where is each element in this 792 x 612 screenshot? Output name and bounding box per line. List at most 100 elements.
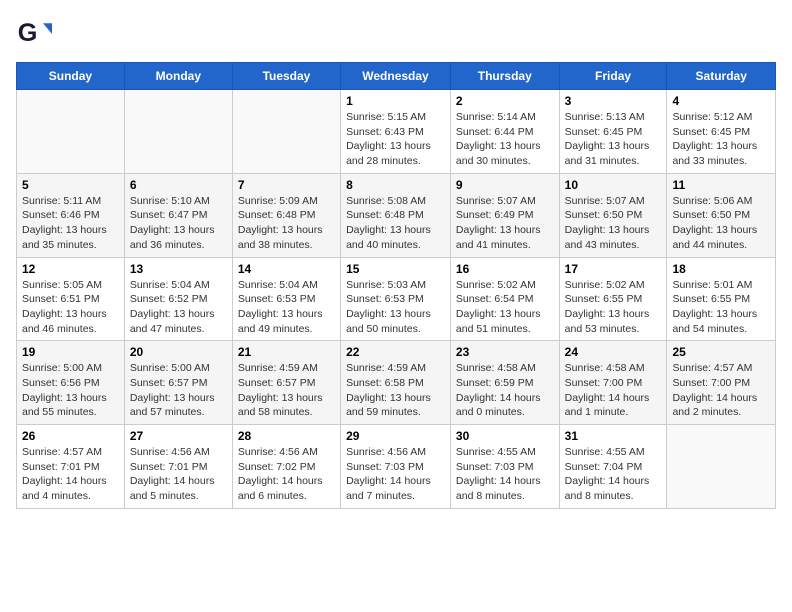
calendar-cell: 17 Sunrise: 5:02 AMSunset: 6:55 PMDayligh… [559, 257, 667, 341]
day-info: Sunrise: 5:07 AMSunset: 6:49 PMDaylight:… [456, 194, 554, 253]
calendar-cell: 7Sunrise: 5:09 AMSunset: 6:48 PMDaylight… [232, 173, 340, 257]
day-number: 17 [565, 262, 662, 276]
calendar-header-row: SundayMondayTuesdayWednesdayThursdayFrid… [17, 63, 776, 90]
calendar-cell: 10 Sunrise: 5:07 AMSunset: 6:50 PMDayligh… [559, 173, 667, 257]
calendar-week-row: 26Sunrise: 4:57 AMSunset: 7:01 PMDayligh… [17, 425, 776, 509]
svg-text:G: G [18, 19, 38, 47]
day-number: 5 [22, 178, 119, 192]
weekday-header-sunday: Sunday [17, 63, 125, 90]
day-number: 30 [456, 429, 554, 443]
day-info: Sunrise: 5:10 AMSunset: 6:47 PMDaylight:… [130, 194, 227, 253]
calendar-cell: 12 Sunrise: 5:05 AMSunset: 6:51 PMDayligh… [17, 257, 125, 341]
day-number: 28 [238, 429, 335, 443]
day-info: Sunrise: 5:00 AMSunset: 6:57 PMDaylight:… [130, 361, 227, 420]
logo-icon: G [16, 16, 52, 52]
calendar-week-row: 12 Sunrise: 5:05 AMSunset: 6:51 PMDayligh… [17, 257, 776, 341]
day-number: 23 [456, 345, 554, 359]
calendar-cell: 4 Sunrise: 5:12 AMSunset: 6:45 PMDaylight… [667, 90, 776, 174]
day-number: 31 [565, 429, 662, 443]
day-number: 12 [22, 262, 119, 276]
day-info: Sunrise: 4:58 AMSunset: 6:59 PMDaylight:… [456, 361, 554, 420]
logo: G [16, 16, 54, 52]
calendar-cell: 23 Sunrise: 4:58 AMSunset: 6:59 PMDayligh… [450, 341, 559, 425]
calendar-cell: 14 Sunrise: 5:04 AMSunset: 6:53 PMDayligh… [232, 257, 340, 341]
day-number: 20 [130, 345, 227, 359]
day-number: 10 [565, 178, 662, 192]
calendar-cell [667, 425, 776, 509]
day-number: 26 [22, 429, 119, 443]
day-info: Sunrise: 5:04 AMSunset: 6:52 PMDaylight:… [130, 278, 227, 337]
calendar-cell: 29 Sunrise: 4:56 AMSunset: 7:03 PMDayligh… [341, 425, 451, 509]
calendar-cell: 8 Sunrise: 5:08 AMSunset: 6:48 PMDaylight… [341, 173, 451, 257]
day-number: 15 [346, 262, 445, 276]
weekday-header-thursday: Thursday [450, 63, 559, 90]
day-info: Sunrise: 5:13 AMSunset: 6:45 PMDaylight:… [565, 110, 662, 169]
calendar-cell: 31 Sunrise: 4:55 AMSunset: 7:04 PMDayligh… [559, 425, 667, 509]
day-number: 27 [130, 429, 227, 443]
day-info: Sunrise: 5:01 AMSunset: 6:55 PMDaylight:… [672, 278, 770, 337]
weekday-header-friday: Friday [559, 63, 667, 90]
calendar-cell: 27 Sunrise: 4:56 AMSunset: 7:01 PMDayligh… [124, 425, 232, 509]
day-number: 4 [672, 94, 770, 108]
weekday-header-wednesday: Wednesday [341, 63, 451, 90]
day-info: Sunrise: 5:02 AMSunset: 6:55 PMDaylight:… [565, 278, 662, 337]
calendar-table: SundayMondayTuesdayWednesdayThursdayFrid… [16, 62, 776, 509]
calendar-cell: 9Sunrise: 5:07 AMSunset: 6:49 PMDaylight… [450, 173, 559, 257]
day-info: Sunrise: 5:03 AMSunset: 6:53 PMDaylight:… [346, 278, 445, 337]
day-info: Sunrise: 4:57 AMSunset: 7:00 PMDaylight:… [672, 361, 770, 420]
calendar-cell [17, 90, 125, 174]
calendar-cell: 26Sunrise: 4:57 AMSunset: 7:01 PMDayligh… [17, 425, 125, 509]
calendar-cell: 30 Sunrise: 4:55 AMSunset: 7:03 PMDayligh… [450, 425, 559, 509]
calendar-week-row: 19 Sunrise: 5:00 AMSunset: 6:56 PMDayligh… [17, 341, 776, 425]
weekday-header-saturday: Saturday [667, 63, 776, 90]
day-info: Sunrise: 5:15 AMSunset: 6:43 PMDaylight:… [346, 110, 445, 169]
calendar-cell [232, 90, 340, 174]
calendar-cell: 28 Sunrise: 4:56 AMSunset: 7:02 PMDayligh… [232, 425, 340, 509]
day-info: Sunrise: 4:58 AMSunset: 7:00 PMDaylight:… [565, 361, 662, 420]
calendar-cell: 15 Sunrise: 5:03 AMSunset: 6:53 PMDayligh… [341, 257, 451, 341]
calendar-cell: 22 Sunrise: 4:59 AMSunset: 6:58 PMDayligh… [341, 341, 451, 425]
day-number: 8 [346, 178, 445, 192]
day-number: 16 [456, 262, 554, 276]
day-number: 25 [672, 345, 770, 359]
day-info: Sunrise: 5:05 AMSunset: 6:51 PMDaylight:… [22, 278, 119, 337]
day-number: 2 [456, 94, 554, 108]
calendar-cell: 11 Sunrise: 5:06 AMSunset: 6:50 PMDayligh… [667, 173, 776, 257]
day-number: 29 [346, 429, 445, 443]
day-info: Sunrise: 5:08 AMSunset: 6:48 PMDaylight:… [346, 194, 445, 253]
calendar-cell: 3 Sunrise: 5:13 AMSunset: 6:45 PMDaylight… [559, 90, 667, 174]
day-info: Sunrise: 4:56 AMSunset: 7:03 PMDaylight:… [346, 445, 445, 504]
calendar-cell [124, 90, 232, 174]
day-info: Sunrise: 5:04 AMSunset: 6:53 PMDaylight:… [238, 278, 335, 337]
day-number: 14 [238, 262, 335, 276]
calendar-cell: 13 Sunrise: 5:04 AMSunset: 6:52 PMDayligh… [124, 257, 232, 341]
day-info: Sunrise: 4:55 AMSunset: 7:04 PMDaylight:… [565, 445, 662, 504]
calendar-week-row: 5 Sunrise: 5:11 AMSunset: 6:46 PMDaylight… [17, 173, 776, 257]
calendar-cell: 2Sunrise: 5:14 AMSunset: 6:44 PMDaylight… [450, 90, 559, 174]
day-info: Sunrise: 4:56 AMSunset: 7:02 PMDaylight:… [238, 445, 335, 504]
day-info: Sunrise: 4:55 AMSunset: 7:03 PMDaylight:… [456, 445, 554, 504]
day-info: Sunrise: 5:12 AMSunset: 6:45 PMDaylight:… [672, 110, 770, 169]
day-number: 6 [130, 178, 227, 192]
calendar-cell: 5 Sunrise: 5:11 AMSunset: 6:46 PMDaylight… [17, 173, 125, 257]
day-number: 22 [346, 345, 445, 359]
page-header: G [16, 16, 776, 52]
weekday-header-tuesday: Tuesday [232, 63, 340, 90]
day-number: 24 [565, 345, 662, 359]
day-info: Sunrise: 4:59 AMSunset: 6:58 PMDaylight:… [346, 361, 445, 420]
day-info: Sunrise: 5:06 AMSunset: 6:50 PMDaylight:… [672, 194, 770, 253]
day-number: 19 [22, 345, 119, 359]
day-info: Sunrise: 5:09 AMSunset: 6:48 PMDaylight:… [238, 194, 335, 253]
calendar-cell: 19 Sunrise: 5:00 AMSunset: 6:56 PMDayligh… [17, 341, 125, 425]
weekday-header-monday: Monday [124, 63, 232, 90]
calendar-cell: 18Sunrise: 5:01 AMSunset: 6:55 PMDayligh… [667, 257, 776, 341]
calendar-cell: 16 Sunrise: 5:02 AMSunset: 6:54 PMDayligh… [450, 257, 559, 341]
day-info: Sunrise: 5:00 AMSunset: 6:56 PMDaylight:… [22, 361, 119, 420]
day-number: 13 [130, 262, 227, 276]
day-info: Sunrise: 5:07 AMSunset: 6:50 PMDaylight:… [565, 194, 662, 253]
day-info: Sunrise: 5:11 AMSunset: 6:46 PMDaylight:… [22, 194, 119, 253]
day-info: Sunrise: 4:56 AMSunset: 7:01 PMDaylight:… [130, 445, 227, 504]
day-number: 3 [565, 94, 662, 108]
day-info: Sunrise: 5:02 AMSunset: 6:54 PMDaylight:… [456, 278, 554, 337]
day-number: 11 [672, 178, 770, 192]
